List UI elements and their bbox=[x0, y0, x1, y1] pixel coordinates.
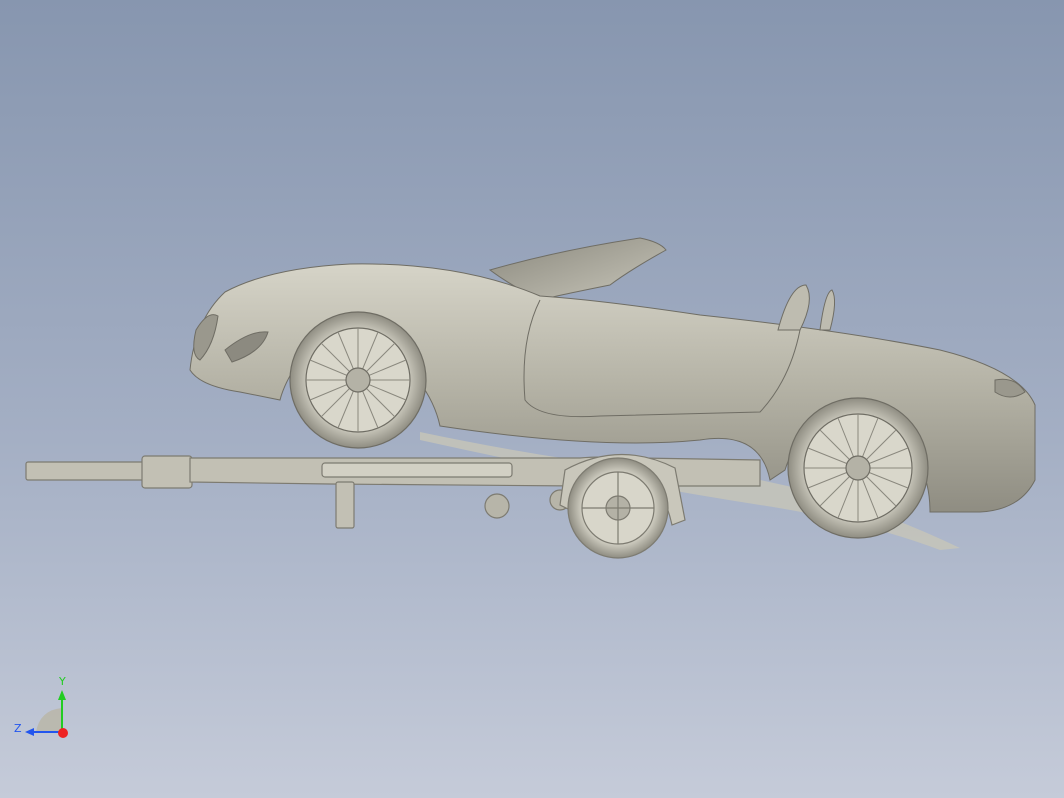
tow-bar bbox=[25, 461, 147, 481]
z-axis-label: Z bbox=[14, 722, 22, 735]
y-axis-label: Y bbox=[59, 675, 66, 688]
x-axis-dot bbox=[58, 728, 68, 738]
graphics-viewport[interactable]: Y Z bbox=[0, 0, 1064, 798]
jack-stand bbox=[335, 481, 355, 529]
view-orientation-triad: Y Z bbox=[10, 676, 74, 746]
car-seat-rear bbox=[819, 289, 836, 331]
car-front-wheel bbox=[289, 311, 427, 449]
car-seat-front bbox=[777, 284, 810, 331]
coupler bbox=[141, 455, 193, 489]
gear-left bbox=[484, 493, 510, 519]
car-rear-wheel bbox=[787, 397, 929, 539]
trailer-wheel bbox=[567, 457, 669, 559]
y-axis-arrow bbox=[58, 690, 66, 700]
car-taillight bbox=[994, 378, 1026, 398]
model-scene[interactable] bbox=[0, 0, 1064, 798]
winch bbox=[321, 462, 513, 478]
triad-arc bbox=[36, 708, 62, 732]
z-axis-arrow bbox=[25, 728, 34, 736]
